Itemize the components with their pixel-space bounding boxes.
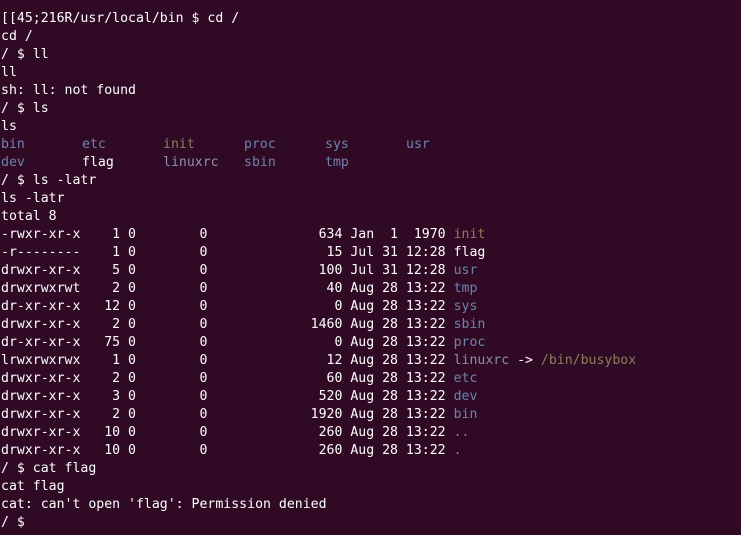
listing-row: drwxrwxrwt 2 0 0 40 Aug 28 13:22 tmp — [1, 280, 741, 298]
listing-filename: etc — [453, 371, 478, 386]
ls-entry: tmp — [325, 155, 349, 170]
listing-meta: lrwxrwxrwx 1 0 0 12 Aug 28 13:22 — [1, 353, 454, 368]
listing-row: lrwxrwxrwx 1 0 0 12 Aug 28 13:22 linuxrc… — [1, 352, 741, 370]
listing-row: -rwxr-xr-x 1 0 0 634 Jan 1 1970 init — [1, 226, 741, 244]
listing-meta: -rwxr-xr-x 1 0 0 634 Jan 1 1970 — [1, 227, 454, 242]
listing-row: drwxr-xr-x 10 0 0 260 Aug 28 13:22 .. — [1, 424, 741, 442]
terminal-line: / $ ls — [1, 101, 49, 116]
terminal-line: total 8 — [1, 209, 57, 224]
terminal-line: sh: ll: not found — [1, 83, 136, 98]
symlink-arrow: -> — [509, 353, 541, 368]
terminal-window[interactable]: [[45;216R/usr/local/bin $ cd / cd / / $ … — [0, 0, 741, 535]
listing-meta: drwxr-xr-x 2 0 0 1920 Aug 28 13:22 — [1, 407, 454, 422]
listing-meta: drwxr-xr-x 10 0 0 260 Aug 28 13:22 — [1, 443, 454, 458]
listing-meta: dr-xr-xr-x 12 0 0 0 Aug 28 13:22 — [1, 299, 454, 314]
symlink-target: /bin/busybox — [540, 353, 637, 368]
listing-filename: tmp — [453, 281, 478, 296]
listing-filename: linuxrc — [453, 353, 510, 368]
ls-entry: bin — [1, 137, 25, 152]
ls-entry: dev — [1, 155, 25, 170]
listing-meta: dr-xr-xr-x 75 0 0 0 Aug 28 13:22 — [1, 335, 454, 350]
listing-filename: . — [453, 443, 462, 458]
listing-meta: drwxr-xr-x 10 0 0 260 Aug 28 13:22 — [1, 425, 454, 440]
terminal-line: / $ ll — [1, 47, 49, 62]
listing-row: drwxr-xr-x 5 0 0 100 Jul 31 12:28 usr — [1, 262, 741, 280]
listing-meta: drwxr-xr-x 2 0 0 1460 Aug 28 13:22 — [1, 317, 454, 332]
ls-output-grid: bin etc init proc sys usr dev flag linuxrc sbin tm… — [1, 136, 741, 172]
terminal-line: cd / — [1, 29, 33, 44]
listing-filename: init — [453, 227, 486, 242]
ls-entry: sys — [325, 137, 349, 152]
listing-row: drwxr-xr-x 2 0 0 1920 Aug 28 13:22 bin — [1, 406, 741, 424]
ls-entry: linuxrc — [163, 155, 219, 170]
terminal-line: / $ cat flag — [1, 461, 97, 476]
terminal-line: [[45;216R/usr/local/bin $ cd / — [1, 11, 240, 26]
ls-entry: flag — [82, 155, 114, 170]
listing-filename: dev — [453, 389, 478, 404]
listing-row: dr-xr-xr-x 12 0 0 0 Aug 28 13:22 sys — [1, 298, 741, 316]
listing-meta: drwxr-xr-x 5 0 0 100 Jul 31 12:28 — [1, 263, 454, 278]
listing-row: drwxr-xr-x 2 0 0 60 Aug 28 13:22 etc — [1, 370, 741, 388]
ls-entry: init — [163, 137, 195, 152]
listing-filename: .. — [453, 425, 470, 440]
ls-entry: usr — [406, 137, 430, 152]
terminal-line: / $ ls -latr — [1, 173, 97, 188]
terminal-line: ls -latr — [1, 191, 65, 206]
listing-meta: -r-------- 1 0 0 15 Jul 31 12:28 — [1, 245, 454, 260]
terminal-line: ls — [1, 119, 17, 134]
listing-filename: sys — [453, 299, 478, 314]
ls-entry: sbin — [244, 155, 276, 170]
ls-long-listing: -rwxr-xr-x 1 0 0 634 Jan 1 1970 init -r--… — [1, 226, 741, 460]
listing-row: drwxr-xr-x 2 0 0 1460 Aug 28 13:22 sbin — [1, 316, 741, 334]
listing-filename: usr — [453, 263, 478, 278]
listing-row: drwxr-xr-x 10 0 0 260 Aug 28 13:22 . — [1, 442, 741, 460]
listing-meta: drwxrwxrwt 2 0 0 40 Aug 28 13:22 — [1, 281, 454, 296]
listing-row: dr-xr-xr-x 75 0 0 0 Aug 28 13:22 proc — [1, 334, 741, 352]
listing-row: drwxr-xr-x 3 0 0 520 Aug 28 13:22 dev — [1, 388, 741, 406]
listing-filename: proc — [453, 335, 486, 350]
terminal-line: cat flag — [1, 479, 65, 494]
listing-meta: drwxr-xr-x 2 0 0 60 Aug 28 13:22 — [1, 371, 454, 386]
listing-filename: flag — [453, 245, 486, 260]
listing-filename: sbin — [453, 317, 486, 332]
listing-row: -r-------- 1 0 0 15 Jul 31 12:28 flag — [1, 244, 741, 262]
listing-filename: bin — [453, 407, 478, 422]
ls-entry: proc — [244, 137, 276, 152]
ls-entry: etc — [82, 137, 106, 152]
terminal-prompt-line[interactable]: / $ — [1, 514, 741, 532]
prompt: / $ — [1, 515, 33, 530]
terminal-line: cat: can't open 'flag': Permission denie… — [1, 497, 327, 512]
terminal-line: ll — [1, 65, 17, 80]
listing-meta: drwxr-xr-x 3 0 0 520 Aug 28 13:22 — [1, 389, 454, 404]
